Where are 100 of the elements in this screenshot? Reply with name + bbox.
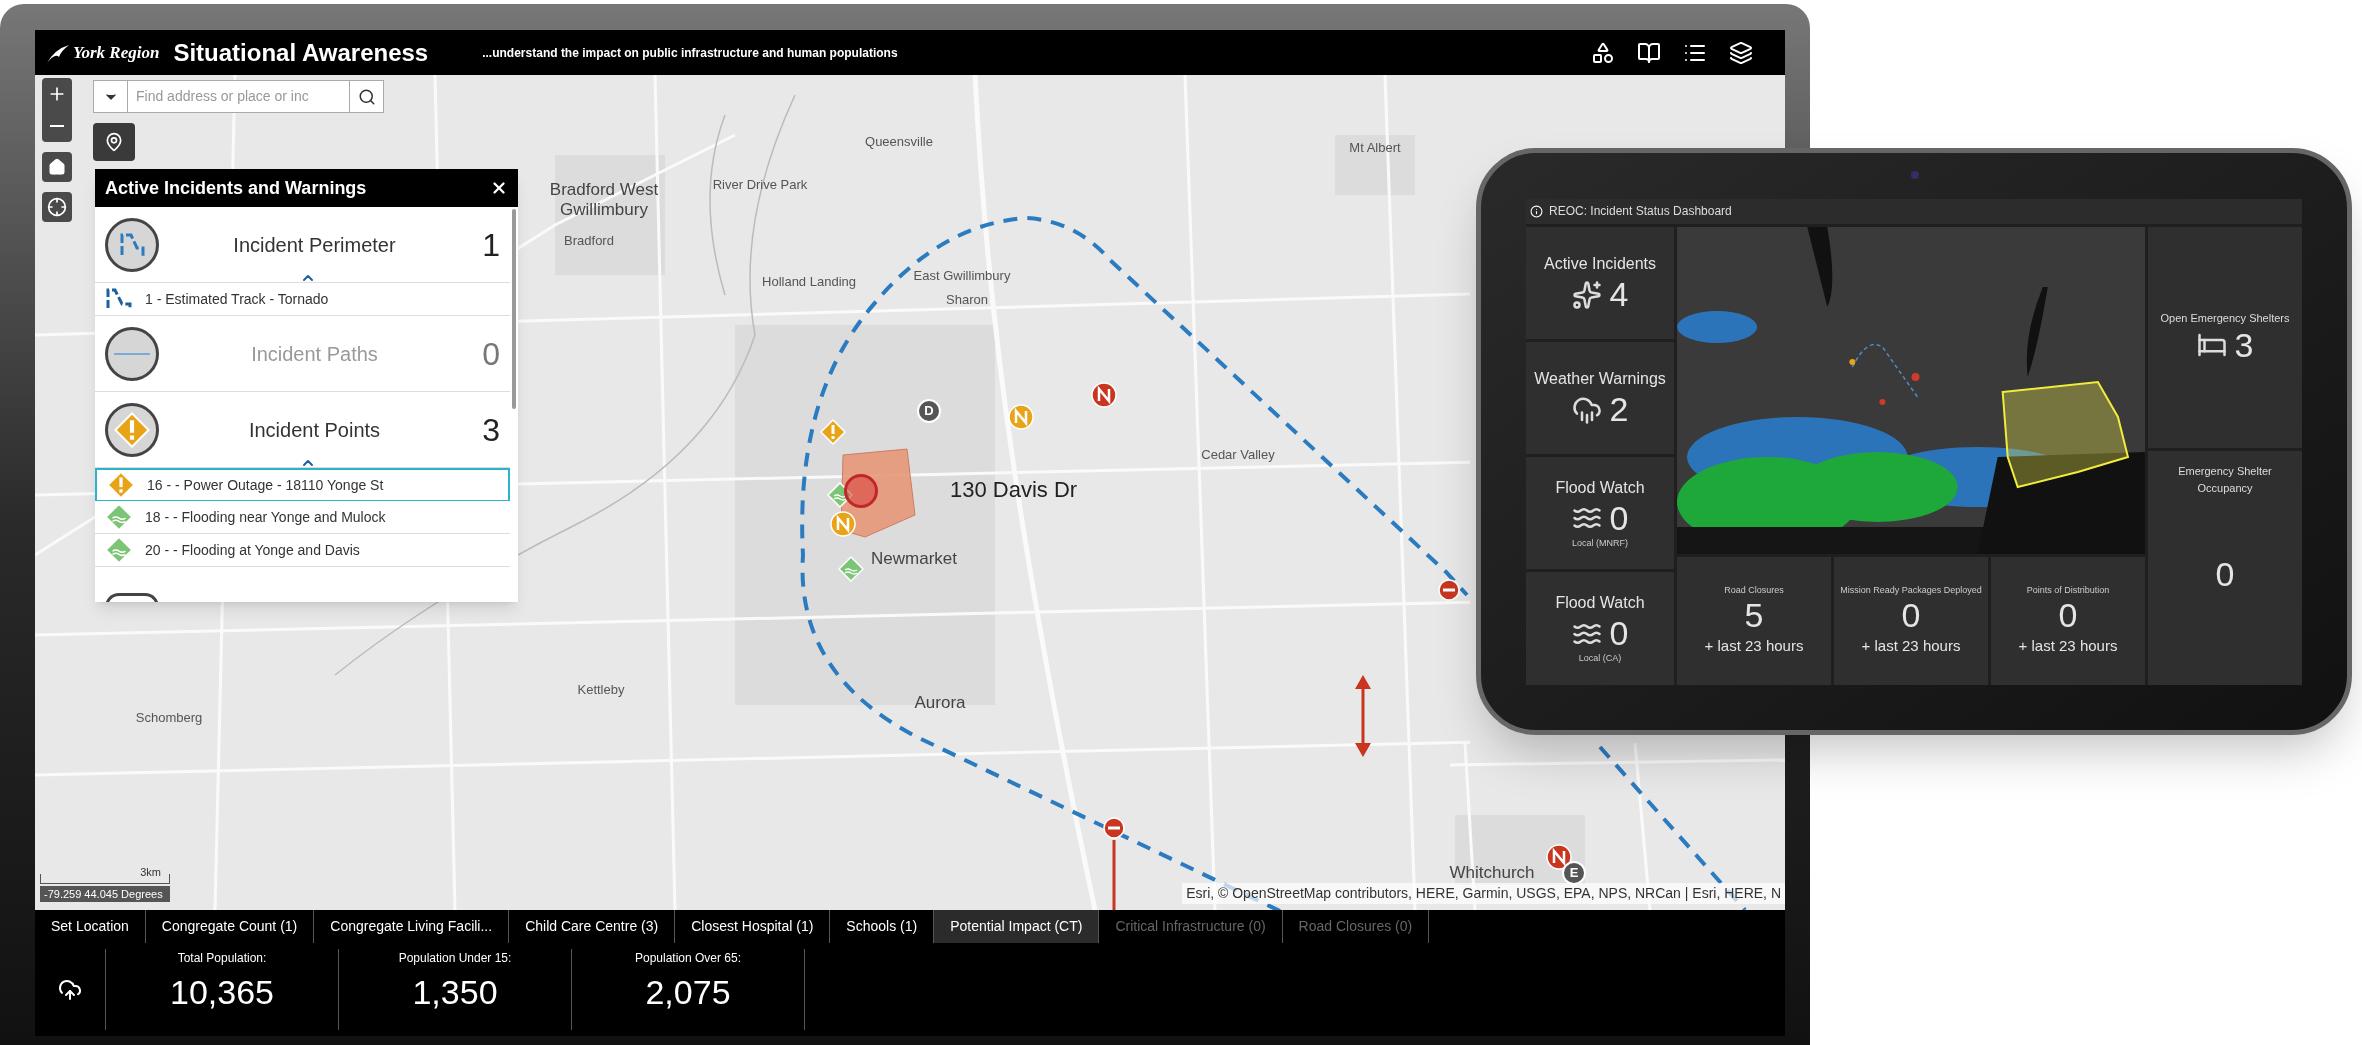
search-input[interactable]: Find address or place or inc [128, 86, 349, 107]
tile-value: 5 [1744, 597, 1764, 635]
tile-title: Weather Warnings [1534, 369, 1666, 390]
stat-label: Total Population: [177, 950, 267, 967]
incident-item[interactable]: 16 - - Power Outage - 18110 Yonge St [95, 468, 510, 501]
tile-value: 0 [2215, 556, 2235, 594]
search-field[interactable]: Find address or place or inc [93, 80, 384, 113]
tile-value: 0 [2058, 597, 2078, 635]
sparkle-icon [1571, 279, 1602, 310]
pin-tool-button[interactable] [93, 123, 135, 161]
pin-icon [104, 132, 124, 152]
map-label: Aurora [913, 692, 967, 714]
bottom-tab[interactable]: Potential Impact (CT) [934, 910, 1100, 943]
shapes-icon[interactable] [1591, 40, 1615, 65]
app-tagline: ...understand the impact on public infrastructure and human populations [482, 44, 898, 62]
group-label: Incident Paths [250, 341, 379, 367]
dashboard-title: REOC: Incident Status Dashboard [1549, 203, 1732, 220]
item-label: 20 - - Flooding at Yonge and Davis [145, 540, 360, 560]
tile-note: + last 23 hours [1861, 635, 1961, 656]
group-label: Incident Points [247, 417, 382, 443]
warning-marker-icon [820, 419, 846, 445]
group-label: Incident Perimeter [232, 232, 397, 258]
map-label: Newmarket [870, 548, 958, 570]
map-label: Kettleby [576, 681, 626, 700]
road-sign-marker-icon[interactable] [1091, 382, 1117, 408]
map-label: East Gwillimbury [912, 267, 1012, 286]
tile-title: Open Emergency Shelters [2160, 311, 2290, 327]
layers-icon[interactable] [1729, 40, 1753, 65]
road-sign-marker-icon[interactable] [830, 511, 856, 537]
stat-value: 2,075 [645, 972, 731, 1013]
group-count: 3 [481, 410, 500, 450]
incident-item[interactable]: 18 - - Flooding near Yonge and Mulock [95, 501, 510, 534]
search-icon[interactable] [357, 87, 376, 106]
warning-diamond-icon [107, 471, 135, 499]
tile-value: 0 [1609, 614, 1629, 653]
incident-item[interactable]: 20 - - Flooding at Yonge and Davis [95, 534, 510, 567]
tile-value: 0 [1901, 597, 1921, 635]
double-arrow-icon[interactable] [1355, 675, 1371, 757]
app-title: Situational Awareness [173, 37, 429, 68]
group-count: 0 [481, 334, 500, 374]
close-icon[interactable] [490, 179, 508, 197]
tile-note: Local (CA) [1578, 652, 1622, 666]
tile-title: Road Closures [1724, 583, 1784, 597]
info-icon[interactable] [1530, 204, 1543, 218]
flood-marker-icon [838, 556, 864, 582]
map-label: 130 Davis Dr [950, 475, 1078, 504]
no-entry-marker-icon[interactable] [1438, 579, 1460, 601]
tile-note: + last 23 hours [2018, 635, 2118, 656]
flood-diamond-icon [105, 503, 133, 531]
stat-label: Population Over 65: [634, 950, 742, 967]
tile-value: 2 [1609, 391, 1629, 429]
crosshair-icon [47, 197, 67, 217]
coordinates-label: -79.259 44.045 Degrees [40, 885, 170, 902]
tile-note: + last 23 hours [1704, 635, 1804, 656]
cloud-upload-icon[interactable] [58, 977, 82, 1002]
tile-title: Flood Watch [1555, 592, 1645, 613]
group-count: 1 [481, 225, 500, 265]
map-label: Bradford [563, 232, 615, 251]
stat-label: Population Under 15: [398, 950, 512, 967]
scale-label: 3km [140, 864, 161, 880]
tile-title: Points of Distribution [2026, 583, 2110, 597]
scrollbar[interactable] [512, 209, 516, 409]
tile-title: Active Incidents [1543, 253, 1657, 274]
home-icon [48, 158, 66, 176]
locate-button[interactable] [42, 192, 72, 222]
map-label: Cedar Valley [1200, 446, 1276, 465]
attribution-text: Esri, © OpenStreetMap contributors, HERE, Garmin, USGS, EPA, NPS, NRCan | Esri, HERE, N [1182, 883, 1785, 904]
path-icon [105, 326, 159, 381]
map-label: Holland Landing [761, 273, 857, 292]
flood-marker-icon [827, 482, 853, 508]
stat-value: 10,365 [170, 972, 274, 1013]
incident-group-row[interactable]: Incident Points 3 [95, 392, 510, 468]
perimeter-icon [105, 217, 159, 272]
road-sign-marker-icon[interactable] [1008, 404, 1034, 430]
map-label: Queensville [864, 133, 934, 152]
map-label: River Drive Park [711, 176, 809, 195]
road-sign-marker-icon[interactable] [1546, 844, 1572, 870]
tile-title: Flood Watch [1555, 477, 1645, 498]
tile-value: 4 [1609, 275, 1629, 314]
item-label: 1 - Estimated Track - Tornado [145, 289, 329, 309]
book-icon[interactable] [1637, 40, 1661, 65]
tile-title: Emergency Shelter Occupancy [2177, 464, 2273, 496]
tile-title: Mission Ready Packages Deployed [1840, 583, 1982, 597]
stat-value: 1,350 [412, 972, 498, 1013]
no-entry-marker-icon[interactable] [1103, 817, 1125, 839]
logo-text: York Region [73, 41, 160, 64]
map-label: Sharon [945, 291, 989, 310]
tile-note: Local (MNRF) [1572, 537, 1628, 551]
radar-map-drawing[interactable] [1677, 226, 2145, 554]
incident-group-row[interactable]: Incident Perimeter 1 [95, 207, 510, 283]
map-label: Whitchurch [1448, 862, 1536, 884]
map-label: Bradford West Gwillimbury [548, 179, 660, 221]
incident-item[interactable]: 1 - Estimated Track - Tornado [95, 283, 510, 316]
item-label: 18 - - Flooding near Yonge and Mulock [145, 507, 386, 527]
location-marker[interactable] [844, 474, 878, 508]
parcel-polygon[interactable] [840, 448, 916, 538]
home-button[interactable] [42, 152, 72, 182]
flood-diamond-icon [105, 536, 133, 564]
tile-value: 3 [2234, 326, 2254, 365]
map-label: Mt Albert [1348, 139, 1402, 158]
